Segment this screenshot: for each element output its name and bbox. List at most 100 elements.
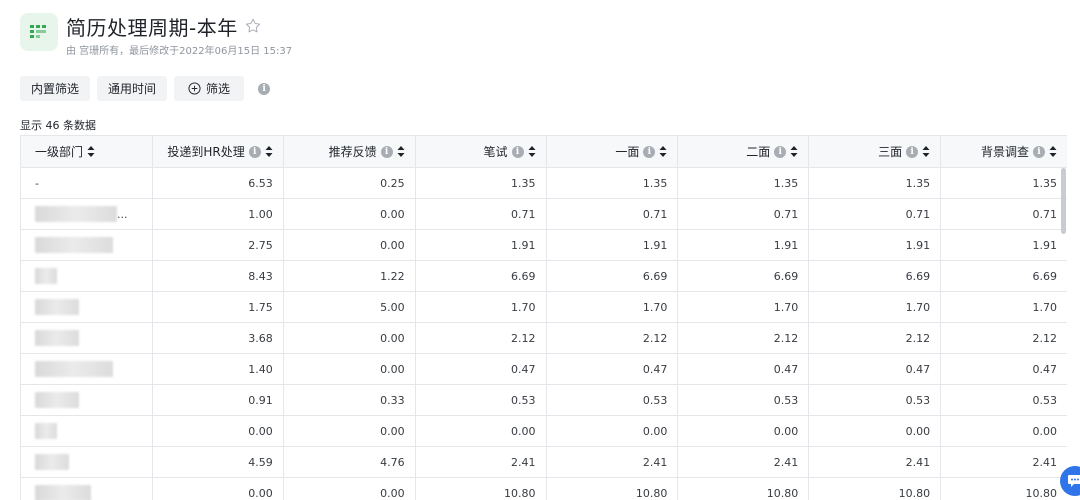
info-icon[interactable]: i (643, 145, 656, 158)
table-row[interactable]: 4.59 4.76 2.41 2.41 2.41 2.41 2.41 (21, 447, 1067, 478)
page-header: 简历处理周期-本年 由 宫珊所有，最后修改于2022年06月15日 15:37 (20, 13, 292, 57)
value-cell: 10.80 (941, 478, 1067, 500)
table-row[interactable]: 1.40 0.00 0.47 0.47 0.47 0.47 0.47 (21, 354, 1067, 385)
value-cell: 2.41 (678, 447, 810, 478)
result-count: 显示 46 条数据 (20, 119, 96, 132)
sort-icon[interactable] (265, 146, 273, 157)
value-cell: 6.53 (152, 168, 284, 199)
dept-cell: ... (21, 199, 153, 230)
column-header[interactable]: 笔试 i (415, 136, 547, 168)
table-row[interactable]: 2.75 0.00 1.91 1.91 1.91 1.91 1.91 (21, 230, 1067, 261)
value-cell: 1.35 (415, 168, 547, 199)
sort-icon[interactable] (397, 146, 405, 157)
add-filter-button[interactable]: 筛选 (174, 76, 245, 101)
table-scrollbar[interactable] (1061, 168, 1066, 234)
info-icon[interactable]: i (511, 145, 524, 158)
table-row[interactable]: 8.43 1.22 6.69 6.69 6.69 6.69 6.69 (21, 261, 1067, 292)
value-cell: 0.71 (546, 199, 679, 230)
column-header-label: 背景调查 (980, 145, 1029, 159)
value-cell: 0.00 (941, 416, 1067, 447)
value-cell: 0.53 (809, 385, 942, 416)
sort-icon[interactable] (1049, 146, 1057, 157)
value-cell: 6.69 (941, 261, 1067, 292)
info-icon[interactable]: i (906, 145, 919, 158)
value-cell: 2.12 (809, 323, 942, 354)
table-row[interactable]: 1.75 5.00 1.70 1.70 1.70 1.70 1.70 (21, 292, 1067, 323)
data-table: 一级部门 投递到HR处理 i 推荐反馈 i 笔试 i 一面 i 二面 i 三面 i 背景调查… (20, 135, 1067, 500)
value-cell: 0.00 (415, 416, 547, 447)
table-row[interactable]: ... 1.00 0.00 0.71 0.71 0.71 0.71 0.71 (21, 199, 1067, 230)
value-cell: 0.71 (678, 199, 810, 230)
value-cell: 0.25 (283, 168, 416, 199)
value-cell: 0.47 (809, 354, 942, 385)
value-cell: 1.70 (546, 292, 679, 323)
info-icon[interactable]: i (380, 145, 393, 158)
chat-icon (1068, 475, 1080, 487)
sort-icon[interactable] (87, 146, 95, 157)
table-row[interactable]: 0.91 0.33 0.53 0.53 0.53 0.53 0.53 (21, 385, 1067, 416)
table-row[interactable]: - 6.53 0.25 1.35 1.35 1.35 1.35 1.35 (21, 168, 1067, 199)
toolbar: 内置筛选 通用时间 筛选 i (20, 76, 271, 101)
value-cell: 0.47 (941, 354, 1067, 385)
value-cell: 1.00 (152, 199, 284, 230)
builtin-filter-button[interactable]: 内置筛选 (20, 76, 91, 101)
column-header[interactable]: 推荐反馈 i (283, 136, 416, 168)
value-cell: 0.00 (283, 230, 416, 261)
column-header[interactable]: 二面 i (678, 136, 810, 168)
builtin-filter-label: 内置筛选 (31, 82, 80, 96)
dept-cell (21, 292, 153, 323)
value-cell: 0.53 (941, 385, 1067, 416)
dept-cell (21, 354, 153, 385)
value-cell: 10.80 (547, 478, 679, 500)
common-time-button[interactable]: 通用时间 (97, 76, 168, 101)
value-cell: 6.69 (546, 261, 679, 292)
column-header[interactable]: 背景调查 i (941, 136, 1067, 168)
value-cell: 4.59 (152, 447, 284, 478)
sort-icon[interactable] (528, 146, 536, 157)
redacted-text (35, 330, 79, 346)
sort-icon[interactable] (790, 146, 798, 157)
common-time-label: 通用时间 (108, 82, 157, 96)
redacted-text (35, 485, 91, 500)
column-header-label: 二面 (746, 145, 771, 159)
value-cell: 0.47 (546, 354, 679, 385)
add-filter-label: 筛选 (206, 82, 231, 96)
value-cell: 1.91 (546, 230, 679, 261)
redacted-text (35, 423, 57, 439)
info-icon[interactable]: i (1033, 145, 1045, 158)
star-icon[interactable] (244, 17, 262, 35)
info-icon[interactable]: i (258, 82, 271, 95)
value-cell: 0.00 (678, 416, 810, 447)
info-icon[interactable]: i (248, 145, 261, 158)
sort-icon[interactable] (922, 146, 930, 157)
plus-circle-icon (188, 82, 201, 95)
dept-cell (21, 230, 153, 261)
table-row[interactable]: 0.00 0.00 10.80 10.80 10.80 10.80 10.80 (21, 478, 1067, 500)
value-cell: 2.41 (546, 447, 679, 478)
column-header[interactable]: 一面 i (546, 136, 679, 168)
value-cell: 0.53 (678, 385, 810, 416)
value-cell: 0.71 (809, 199, 942, 230)
table-row[interactable]: 3.68 0.00 2.12 2.12 2.12 2.12 2.12 (21, 323, 1067, 354)
value-cell: 2.75 (152, 230, 284, 261)
dept-cell (21, 478, 153, 500)
value-cell: 0.71 (415, 199, 547, 230)
value-cell: 0.00 (283, 199, 416, 230)
column-header[interactable]: 一级部门 (21, 136, 153, 168)
value-cell: 1.70 (809, 292, 942, 323)
column-header-label: 推荐反馈 (328, 145, 377, 159)
value-cell: 1.91 (415, 230, 547, 261)
redacted-text (35, 361, 113, 377)
column-header[interactable]: 三面 i (809, 136, 942, 168)
sort-icon[interactable] (659, 146, 667, 157)
dept-cell (21, 261, 153, 292)
value-cell: 10.80 (678, 478, 810, 500)
value-cell: 2.41 (941, 447, 1067, 478)
table-row[interactable]: 0.00 0.00 0.00 0.00 0.00 0.00 0.00 (21, 416, 1067, 447)
value-cell: 6.69 (678, 261, 810, 292)
column-header[interactable]: 投递到HR处理 i (152, 136, 284, 168)
value-cell: 1.70 (678, 292, 810, 323)
value-cell: 0.71 (941, 199, 1067, 230)
value-cell: 3.68 (152, 323, 284, 354)
info-icon[interactable]: i (774, 145, 787, 158)
